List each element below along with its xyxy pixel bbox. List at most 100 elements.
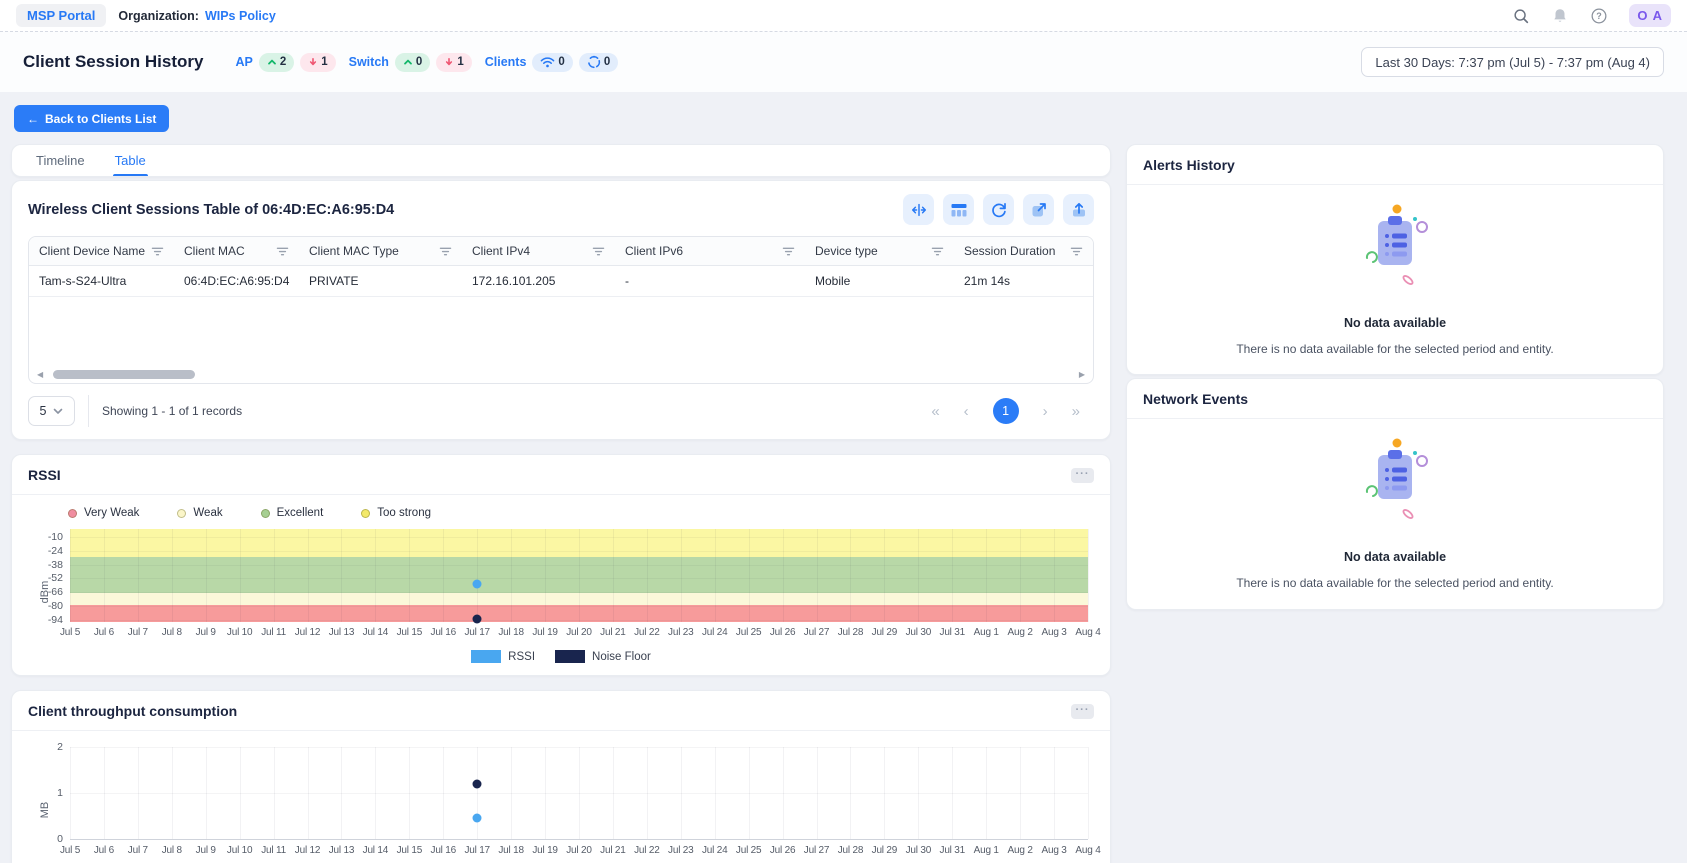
gridline-horizontal <box>70 592 1088 593</box>
x-tick-label: Jul 8 <box>162 845 182 856</box>
x-tick-label: Jul 26 <box>770 627 796 638</box>
gridline-horizontal <box>70 537 1088 538</box>
x-tick-label: Jul 7 <box>128 627 148 638</box>
filter-icon[interactable] <box>276 246 289 257</box>
column-header[interactable]: Client IPv4 <box>462 237 615 266</box>
x-tick-label: Jul 23 <box>668 627 694 638</box>
gridline-vertical <box>918 529 919 622</box>
x-tick-label: Aug 3 <box>1041 845 1066 856</box>
open-in-new-icon <box>1030 201 1048 219</box>
filter-icon[interactable] <box>592 246 605 257</box>
rssi-plot: -10-24-38-52-66-80-94 <box>70 529 1088 622</box>
x-tick-label: Jul 27 <box>804 627 830 638</box>
x-tick-label: Jul 9 <box>196 845 216 856</box>
refresh-button[interactable] <box>983 194 1014 225</box>
gridline-vertical <box>138 529 139 622</box>
column-header[interactable]: Client IPv6 <box>615 237 805 266</box>
next-page-button[interactable]: › <box>1043 404 1048 419</box>
gridline-horizontal <box>70 839 1088 840</box>
topbar: MSP Portal Organization: WIPs Policy ? O… <box>0 0 1687 31</box>
scroll-left-icon[interactable]: ◀ <box>37 371 43 379</box>
notifications-bell-icon[interactable] <box>1551 7 1569 25</box>
gridline-vertical <box>545 529 546 622</box>
msp-portal-button[interactable]: MSP Portal <box>16 4 106 27</box>
date-range-picker[interactable]: Last 30 Days: 7:37 pm (Jul 5) - 7:37 pm … <box>1361 47 1664 77</box>
prev-page-button[interactable]: ‹ <box>964 404 969 419</box>
current-page-button[interactable]: 1 <box>993 398 1019 424</box>
gridline-vertical <box>1020 529 1021 622</box>
divider <box>88 395 89 427</box>
resize-columns-button[interactable] <box>903 194 934 225</box>
filter-icon[interactable] <box>151 246 164 257</box>
filter-icon[interactable] <box>931 246 944 257</box>
last-page-button[interactable]: » <box>1072 404 1080 419</box>
table-row[interactable]: Tam-s-S24-Ultra06:4D:EC:A6:95:D4PRIVATE1… <box>29 266 1093 297</box>
svg-text:?: ? <box>1597 11 1603 21</box>
tab-table[interactable]: Table <box>115 145 146 176</box>
x-tick-label: Jul 15 <box>397 845 423 856</box>
open-in-new-button[interactable] <box>1023 194 1054 225</box>
back-to-clients-button[interactable]: ← Back to Clients List <box>14 105 169 132</box>
x-tick-label: Jul 17 <box>464 845 490 856</box>
network-events-card: Network Events No data available There i… <box>1126 378 1664 610</box>
x-tick-label: Jul 17 <box>464 627 490 638</box>
organization-link[interactable]: WIPs Policy <box>205 9 276 23</box>
rssi-more-button[interactable]: ··· <box>1071 468 1094 483</box>
gridline-horizontal <box>70 565 1088 566</box>
user-avatar[interactable]: O A <box>1629 4 1671 27</box>
y-tick-label: -10 <box>48 531 63 543</box>
filter-icon[interactable] <box>439 246 452 257</box>
x-tick-label: Jul 10 <box>227 627 253 638</box>
throughput-y-axis-label: MB <box>39 795 51 825</box>
gridline-vertical <box>308 529 309 622</box>
column-header[interactable]: Device type <box>805 237 954 266</box>
export-upload-button[interactable] <box>1063 194 1094 225</box>
x-tick-label: Jul 20 <box>566 627 592 638</box>
column-header[interactable]: Session Duration <box>954 237 1093 266</box>
page-size-select[interactable]: 5 <box>28 396 75 426</box>
x-tick-label: Aug 2 <box>1008 627 1033 638</box>
x-tick-label: Jul 11 <box>261 627 286 638</box>
clients-label[interactable]: Clients <box>485 55 527 69</box>
switch-label[interactable]: Switch <box>349 55 389 69</box>
column-header[interactable]: Client MAC Type <box>299 237 462 266</box>
x-tick-label: Jul 14 <box>363 845 389 856</box>
x-tick-label: Jul 19 <box>532 627 558 638</box>
data-point-tx[interactable] <box>473 814 482 823</box>
legend-item-rssi: RSSI <box>471 650 535 663</box>
ap-label[interactable]: AP <box>235 55 252 69</box>
table-cell: Mobile <box>805 266 954 297</box>
manage-columns-button[interactable] <box>943 194 974 225</box>
help-icon[interactable]: ? <box>1590 7 1608 25</box>
scrollbar-thumb[interactable] <box>53 370 195 379</box>
data-point-rx[interactable] <box>473 779 482 788</box>
x-tick-label: Jul 22 <box>634 845 660 856</box>
gridline-vertical <box>341 529 342 622</box>
search-icon[interactable] <box>1512 7 1530 25</box>
filter-icon[interactable] <box>1070 246 1083 257</box>
x-tick-label: Jul 14 <box>363 627 389 638</box>
x-tick-label: Aug 1 <box>974 845 999 856</box>
tab-timeline[interactable]: Timeline <box>36 145 85 176</box>
gridline-vertical <box>613 529 614 622</box>
x-tick-label: Jul 16 <box>431 627 457 638</box>
column-header[interactable]: Client MAC <box>174 237 299 266</box>
data-point-noise-floor[interactable] <box>473 615 482 624</box>
y-tick-label: -94 <box>48 614 63 626</box>
filter-icon[interactable] <box>782 246 795 257</box>
column-header-label: Client Device Name <box>39 244 145 258</box>
first-page-button[interactable]: « <box>931 404 939 419</box>
x-tick-label: Aug 2 <box>1008 845 1033 856</box>
scroll-right-icon[interactable]: ▶ <box>1079 371 1085 379</box>
throughput-more-button[interactable]: ··· <box>1071 704 1094 719</box>
network-events-title: Network Events <box>1143 391 1248 407</box>
x-tick-label: Jul 24 <box>702 627 728 638</box>
gridline-vertical <box>477 529 478 622</box>
y-tick-label: -80 <box>48 600 63 612</box>
data-point-rssi[interactable] <box>473 580 482 589</box>
x-tick-label: Jul 21 <box>600 627 626 638</box>
pagination: 5 Showing 1 - 1 of 1 records « ‹ 1 › » <box>28 395 1094 427</box>
column-header[interactable]: Client Device Name <box>29 237 174 266</box>
x-tick-label: Jul 27 <box>804 845 830 856</box>
horizontal-scrollbar[interactable]: ◀ ▶ <box>37 369 1085 380</box>
